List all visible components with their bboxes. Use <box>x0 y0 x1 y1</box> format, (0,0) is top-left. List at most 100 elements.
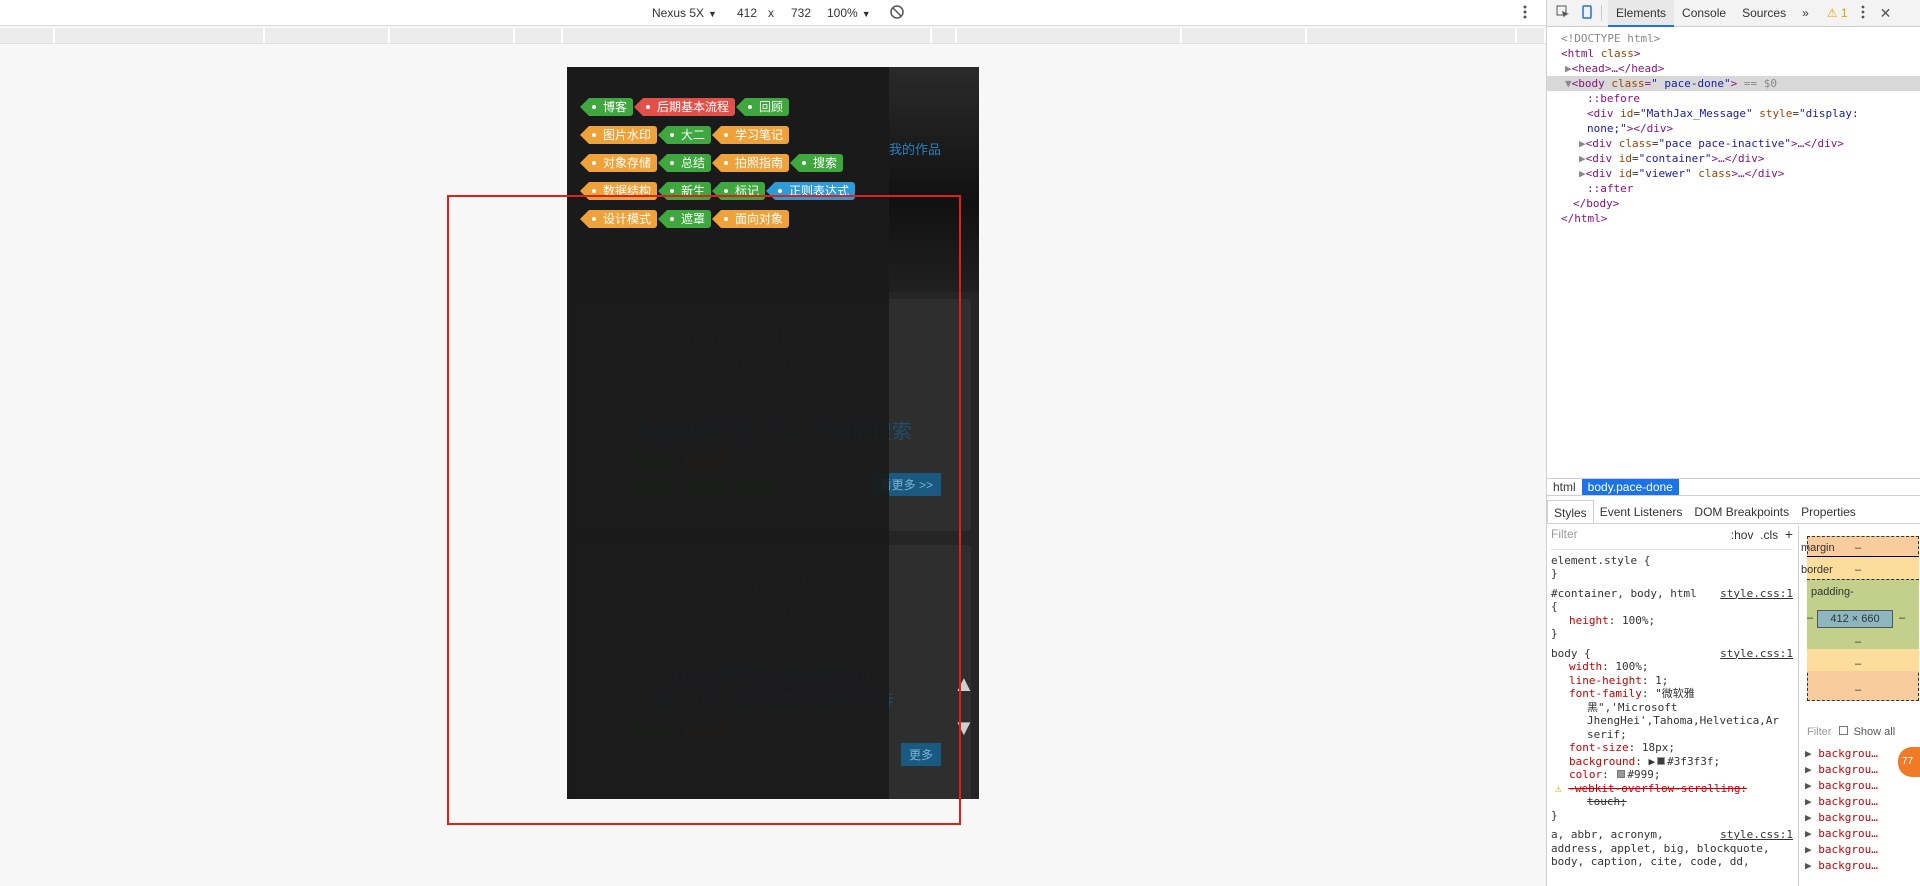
dom-node-mathjax-cont: none;"></div> <box>1587 122 1674 135</box>
nav-link-works[interactable]: 我的作品 <box>889 139 941 158</box>
dom-node-mathjax[interactable]: <div id="MathJax_Message" style="display… <box>1547 106 1920 121</box>
styles-subtabs: Styles Event Listeners DOM Breakpoints P… <box>1547 500 1920 524</box>
tab-properties[interactable]: Properties <box>1795 500 1862 523</box>
device-toolbar: Nexus 5X ▼ 412 x 732 100% ▼ <box>0 0 1546 26</box>
tab-sources[interactable]: Sources <box>1734 0 1794 27</box>
box-content-size[interactable]: 412 × 660 <box>1817 610 1893 628</box>
zoom-select[interactable]: 100% ▼ <box>827 6 871 20</box>
tag-link[interactable]: 大二 <box>658 126 712 144</box>
kebab-icon[interactable] <box>1522 4 1528 20</box>
margin-label: margin <box>1801 542 1835 554</box>
val-font-family[interactable]: "微软雅 <box>1655 687 1695 700</box>
dom-node-head[interactable]: ▶<head>…</head> <box>1547 61 1920 76</box>
val-height[interactable]: 100%; <box>1622 614 1655 627</box>
tag-link[interactable]: 回顾 <box>736 98 790 116</box>
computed-prop[interactable]: ▶ backgrou… <box>1805 826 1878 842</box>
source-link[interactable]: style.css:1 <box>1720 828 1793 842</box>
computed-prop[interactable]: ▶ backgrou… <box>1805 858 1878 874</box>
source-link[interactable]: style.css:1 <box>1720 587 1793 601</box>
dom-pseudo-before[interactable]: ::before <box>1547 91 1920 106</box>
styles-pane[interactable]: Filter :hov .cls + element.style { } sty… <box>1547 526 1797 886</box>
tab-console[interactable]: Console <box>1674 0 1734 27</box>
dom-node-html[interactable]: <html class> <box>1547 46 1920 61</box>
computed-prop[interactable]: ▶ backgrou… <box>1805 746 1878 762</box>
close-icon[interactable]: ✕ <box>1880 5 1892 22</box>
tag-link[interactable]: 学习笔记 <box>712 126 790 144</box>
show-all-checkbox[interactable] <box>1838 726 1848 735</box>
tag-row: 对象存储 总结 拍照指南 搜索 <box>579 149 889 177</box>
rotate-icon[interactable] <box>889 4 905 23</box>
tag-link[interactable]: 后期基本流程 <box>634 98 736 116</box>
rule-selector: a, abbr, acronym, <box>1551 828 1664 841</box>
computed-list[interactable]: ▶ backgrou… ▶ backgrou… ▶ backgrou… ▶ backg… <box>1805 746 1878 874</box>
kebab-icon[interactable] <box>1860 5 1866 22</box>
breadcrumb-html[interactable]: html <box>1547 479 1582 495</box>
warning-badge[interactable]: ⚠ 1 <box>1827 6 1848 20</box>
computed-filter-input[interactable]: Filter <box>1807 726 1831 738</box>
width-input[interactable]: 412 <box>737 6 757 20</box>
tab-dom-breakpoints[interactable]: DOM Breakpoints <box>1688 500 1795 523</box>
cls-button[interactable]: .cls <box>1760 528 1778 542</box>
inspect-icon[interactable] <box>1555 5 1571 21</box>
dimension-separator: x <box>768 6 774 20</box>
devtools-tabbar: Elements Console Sources » ⚠ 1 ✕ <box>1547 0 1920 27</box>
add-rule-button[interactable]: + <box>1785 526 1793 542</box>
val-font-family-3: JhengHei',Tahoma,Helvetica,Ar <box>1587 714 1780 727</box>
computed-prop[interactable]: ▶ backgrou… <box>1805 810 1878 826</box>
dom-node-viewer[interactable]: ▶<div id="viewer" class>…</div> <box>1547 166 1920 181</box>
device-select[interactable]: Nexus 5X ▼ <box>652 6 717 20</box>
hov-button[interactable]: :hov <box>1731 528 1754 542</box>
dom-tree[interactable]: <!DOCTYPE html> <html class> ▶<head>…</h… <box>1547 27 1920 226</box>
tag-link[interactable]: 对象存储 <box>579 154 658 172</box>
computed-prop[interactable]: ▶ backgrou… <box>1805 778 1878 794</box>
rule-selector: body { <box>1551 646 1591 660</box>
tag-link[interactable]: 拍照指南 <box>712 154 790 172</box>
val-font-size[interactable]: 18px; <box>1642 741 1675 754</box>
tag-link[interactable]: 图片水印 <box>579 126 658 144</box>
selection-highlight <box>447 195 961 825</box>
media-query-ruler[interactable] <box>0 28 1546 44</box>
styles-filter-input[interactable]: Filter <box>1551 527 1578 543</box>
tab-styles[interactable]: Styles <box>1547 500 1594 523</box>
computed-prop[interactable]: ▶ backgrou… <box>1805 842 1878 858</box>
dom-node-body-selected[interactable]: ▼<body class=" pace-done"> == $0 <box>1547 76 1920 91</box>
tag-link[interactable]: 博客 <box>579 98 634 116</box>
margin-value: – <box>1855 542 1862 554</box>
val-background[interactable]: #3f3f3f; <box>1667 755 1720 768</box>
val-color[interactable]: #999; <box>1627 768 1660 781</box>
border-bottom-value: – <box>1855 658 1862 670</box>
margin-bottom-value: – <box>1855 684 1862 696</box>
rule-selector-3: body, caption, cite, code, dd, <box>1551 855 1750 868</box>
more-tabs-icon[interactable]: » <box>1794 0 1817 27</box>
source-link[interactable]: style.css:1 <box>1720 647 1793 661</box>
breadcrumb: html body.pace-done <box>1547 478 1920 496</box>
device-toggle-icon[interactable] <box>1579 5 1595 21</box>
padding-label: padding- <box>1811 586 1854 598</box>
prop-height[interactable]: height <box>1569 614 1609 627</box>
computed-prop[interactable]: ▶ backgrou… <box>1805 762 1878 778</box>
rule-element-style[interactable]: element.style { <box>1551 554 1793 568</box>
val-webkit-overflow: touch; <box>1587 795 1627 808</box>
height-input[interactable]: 732 <box>791 6 811 20</box>
tab-event-listeners[interactable]: Event Listeners <box>1594 500 1689 523</box>
notification-badge[interactable]: 77 <box>1898 747 1920 777</box>
box-model-pane[interactable]: 412 × 660 margin – border – padding- – –… <box>1798 526 1920 886</box>
tab-elements[interactable]: Elements <box>1608 0 1675 27</box>
padding-bottom-value: – <box>1855 636 1862 648</box>
tag-link[interactable]: 总结 <box>658 154 712 172</box>
rule-height: style.css:1 #container, body, html <box>1551 587 1793 601</box>
breadcrumb-body[interactable]: body.pace-done <box>1581 479 1679 495</box>
rule-selector: #container, body, html <box>1551 586 1697 600</box>
val-width[interactable]: 100%; <box>1615 660 1648 673</box>
tag-link[interactable]: 搜索 <box>790 154 844 172</box>
dom-node-container[interactable]: ▶<div id="container">…</div> <box>1547 151 1920 166</box>
border-value: – <box>1855 564 1862 576</box>
dom-pseudo-after[interactable]: ::after <box>1547 181 1920 196</box>
val-font-family-4: serif; <box>1587 727 1627 741</box>
prop-webkit-overflow[interactable]: -webkit-overflow-scrolling: <box>1568 782 1747 795</box>
padding-left-value: – <box>1807 612 1814 624</box>
val-line-height[interactable]: 1; <box>1655 674 1668 687</box>
computed-prop[interactable]: ▶ backgrou… <box>1805 794 1878 810</box>
warning-icon: ⚠ <box>1555 781 1562 795</box>
dom-node-pace[interactable]: ▶<div class="pace pace-inactive">…</div> <box>1547 136 1920 151</box>
